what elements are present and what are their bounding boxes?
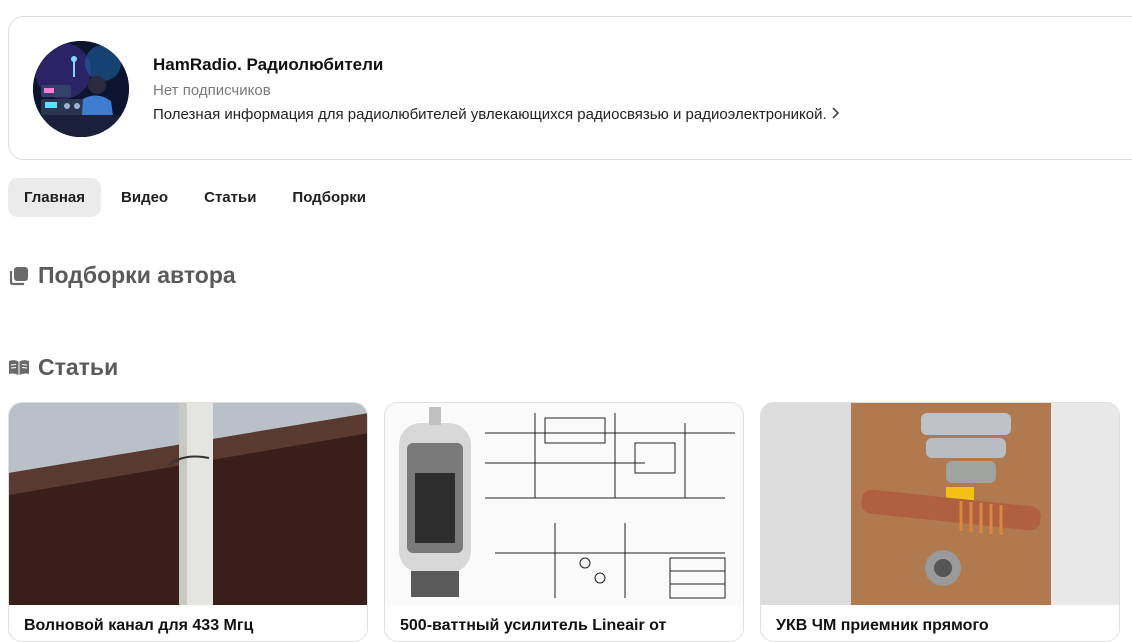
channel-tabs: Главная Видео Статьи Подборки xyxy=(8,178,386,217)
section-articles-heading: Статьи xyxy=(8,354,118,381)
article-title[interactable]: Волновой канал для 433 Мгц xyxy=(24,617,253,635)
channel-name[interactable]: HamRadio. Радиолюбители xyxy=(153,55,383,75)
channel-description-row[interactable]: Полезная информация для радиолюбителей у… xyxy=(153,106,840,123)
article-image xyxy=(385,403,743,605)
tab-video[interactable]: Видео xyxy=(105,178,184,217)
tab-collections[interactable]: Подборки xyxy=(276,178,382,217)
article-card[interactable]: 500-ваттный усилитель Lineair от xyxy=(384,402,744,642)
article-image xyxy=(761,403,1119,605)
channel-description: Полезная информация для радиолюбителей у… xyxy=(153,106,827,123)
section-articles-title: Статьи xyxy=(38,354,119,380)
channel-avatar[interactable] xyxy=(33,41,129,137)
collections-icon xyxy=(8,265,30,287)
chevron-right-icon[interactable] xyxy=(831,106,840,123)
article-card[interactable]: Волновой канал для 433 Мгц xyxy=(8,402,368,642)
tab-home[interactable]: Главная xyxy=(8,178,102,217)
article-image xyxy=(9,403,367,605)
subscriber-count: Нет подписчиков xyxy=(153,82,271,99)
article-title[interactable]: УКВ ЧМ приемник прямого xyxy=(776,617,989,635)
section-collections-title: Подборки автора xyxy=(38,262,236,288)
articles-list: Волновой канал для 433 Мгц 500-ваттный у… xyxy=(8,402,1132,642)
section-collections-heading: Подборки автора xyxy=(8,262,236,289)
book-icon xyxy=(8,357,30,379)
tab-articles[interactable]: Статьи xyxy=(188,178,272,217)
article-title[interactable]: 500-ваттный усилитель Lineair от xyxy=(400,617,666,635)
article-card[interactable]: УКВ ЧМ приемник прямого xyxy=(760,402,1120,642)
channel-header-card: HamRadio. Радиолюбители Нет подписчиков … xyxy=(8,16,1132,160)
